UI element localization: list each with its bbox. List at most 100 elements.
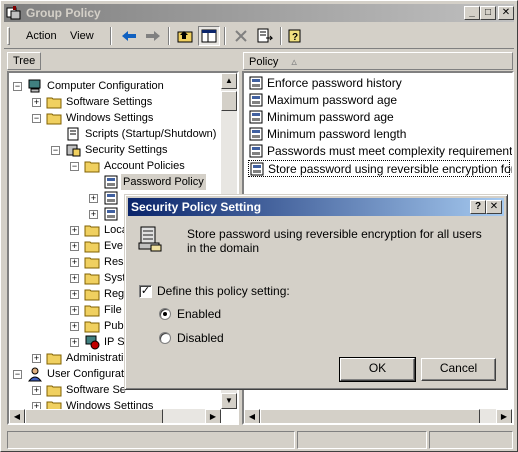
list-horizontal-scrollbar[interactable]: ◀ ▶ bbox=[244, 409, 512, 423]
policy-list-item[interactable]: Passwords must meet complexity requireme… bbox=[248, 143, 512, 160]
policy-column-header[interactable]: Policy ▵ bbox=[243, 52, 513, 70]
tree-item-label: Res bbox=[104, 256, 124, 268]
toolbar-separator bbox=[224, 27, 226, 45]
expand-icon[interactable]: + bbox=[32, 386, 41, 395]
expand-icon[interactable]: + bbox=[70, 274, 79, 283]
expand-icon[interactable]: + bbox=[32, 98, 41, 107]
folder-icon bbox=[84, 318, 100, 334]
tree-item-label: Security Settings bbox=[85, 144, 168, 156]
tree-hscroll-thumb[interactable] bbox=[25, 409, 163, 423]
menu-view[interactable]: View bbox=[70, 30, 94, 42]
tree-scroll-left-button[interactable]: ◀ bbox=[9, 409, 25, 423]
policy-item-label: Store password using reversible encrypti… bbox=[268, 162, 514, 176]
expand-icon[interactable]: + bbox=[89, 210, 98, 219]
dialog-close-button[interactable]: ✕ bbox=[486, 200, 502, 214]
folder-icon bbox=[46, 382, 62, 398]
policy-list-item[interactable]: Minimum password length bbox=[248, 126, 510, 143]
up-folder-icon bbox=[177, 31, 193, 43]
title-bar[interactable]: Group Policy _ □ ✕ bbox=[4, 4, 514, 22]
ip-security-icon bbox=[84, 334, 100, 350]
tree-scroll-right-button[interactable]: ▶ bbox=[205, 409, 221, 423]
help-button[interactable]: ? bbox=[284, 26, 306, 46]
minimize-button[interactable]: _ bbox=[464, 6, 480, 20]
collapse-icon[interactable]: − bbox=[32, 114, 41, 123]
tree-tab[interactable]: Tree bbox=[7, 52, 41, 70]
maximize-button[interactable]: □ bbox=[480, 6, 496, 20]
dialog-help-button[interactable]: ? bbox=[470, 200, 486, 214]
policy-item-icon bbox=[249, 161, 265, 177]
collapse-icon[interactable]: − bbox=[13, 82, 22, 91]
up-one-level-button[interactable] bbox=[174, 26, 196, 46]
policy-item-label: Minimum password length bbox=[267, 127, 407, 141]
status-cell-3 bbox=[429, 431, 513, 449]
dialog-title-bar[interactable]: Security Policy Setting ? ✕ bbox=[128, 198, 504, 216]
folder-icon bbox=[84, 158, 100, 174]
policy-list-item[interactable]: Store password using reversible encrypti… bbox=[248, 160, 512, 177]
expand-icon[interactable]: + bbox=[89, 194, 98, 203]
tree-item-label: Scripts (Startup/Shutdown) bbox=[85, 128, 217, 140]
tree-item-label: User Configurat bbox=[47, 368, 125, 380]
tree-item-label: IP S bbox=[104, 336, 125, 348]
tree-item[interactable]: − Computer Configuration bbox=[9, 78, 221, 94]
sort-ascending-icon: ▵ bbox=[291, 56, 297, 68]
close-button[interactable]: ✕ bbox=[498, 6, 514, 20]
tree-item[interactable]: Password Policy bbox=[9, 174, 221, 190]
tree-item[interactable]: + Software Settings bbox=[9, 94, 221, 110]
console-tree-icon bbox=[201, 29, 217, 43]
enabled-label: Enabled bbox=[177, 307, 222, 321]
menu-action[interactable]: Action bbox=[26, 30, 57, 42]
disabled-radio[interactable] bbox=[159, 332, 171, 344]
folder-icon bbox=[84, 222, 100, 238]
policy-list-item[interactable]: Enforce password history bbox=[248, 75, 510, 92]
define-policy-checkbox[interactable]: ✓ bbox=[139, 285, 152, 298]
expand-icon[interactable]: + bbox=[32, 354, 41, 363]
tree-item[interactable]: − Account Policies bbox=[9, 158, 221, 174]
collapse-icon[interactable]: − bbox=[70, 162, 79, 171]
list-hscroll-thumb[interactable] bbox=[260, 409, 480, 423]
cancel-button[interactable]: Cancel bbox=[421, 358, 496, 381]
expand-icon[interactable]: + bbox=[70, 338, 79, 347]
policy-list-item[interactable]: Minimum password age bbox=[248, 109, 510, 126]
folder-icon bbox=[84, 302, 100, 318]
tree-horizontal-scrollbar[interactable]: ◀ ▶ bbox=[9, 409, 221, 423]
policy-column-label: Policy bbox=[249, 56, 279, 68]
dialog-title: Security Policy Setting bbox=[131, 200, 262, 214]
show-hide-tree-button[interactable] bbox=[198, 26, 220, 46]
tree-item[interactable]: − Security Settings bbox=[9, 142, 221, 158]
list-scroll-right-button[interactable]: ▶ bbox=[496, 409, 512, 423]
enabled-radio[interactable] bbox=[159, 308, 171, 320]
policy-server-icon bbox=[138, 226, 162, 252]
collapse-icon[interactable]: − bbox=[51, 146, 60, 155]
tree-scroll-up-button[interactable]: ▲ bbox=[221, 73, 237, 89]
tree-item[interactable]: Scripts (Startup/Shutdown) bbox=[9, 126, 221, 142]
forward-button[interactable] bbox=[142, 26, 164, 46]
tree-scroll-down-button[interactable]: ▼ bbox=[221, 393, 237, 409]
expand-icon[interactable]: + bbox=[70, 258, 79, 267]
back-button[interactable] bbox=[118, 26, 140, 46]
toolbar-grip[interactable] bbox=[7, 27, 10, 45]
tree-item-label: Reg bbox=[104, 288, 125, 300]
tree-item-label: Pub bbox=[104, 320, 124, 332]
toolbar-separator bbox=[280, 27, 282, 45]
policy-item-icon bbox=[248, 126, 264, 142]
export-list-button[interactable] bbox=[254, 26, 276, 46]
ok-button[interactable]: OK bbox=[339, 357, 416, 382]
status-bar bbox=[4, 429, 514, 449]
delete-button[interactable] bbox=[230, 26, 252, 46]
collapse-icon[interactable]: − bbox=[13, 370, 22, 379]
expand-icon[interactable]: + bbox=[70, 290, 79, 299]
expand-icon[interactable]: + bbox=[70, 322, 79, 331]
expand-icon[interactable]: + bbox=[70, 242, 79, 251]
policy-list-item[interactable]: Maximum password age bbox=[248, 92, 510, 109]
folder-icon bbox=[84, 238, 100, 254]
tree-scroll-thumb[interactable] bbox=[221, 91, 237, 111]
tree-item-label: Computer Configuration bbox=[47, 80, 164, 92]
expand-icon[interactable]: + bbox=[70, 226, 79, 235]
list-scroll-left-button[interactable]: ◀ bbox=[244, 409, 260, 423]
group-policy-window: Group Policy _ □ ✕ Action View ? Tree Po… bbox=[0, 0, 518, 452]
tree-item[interactable]: − Windows Settings bbox=[9, 110, 221, 126]
folder-icon bbox=[46, 110, 62, 126]
toolbar-separator bbox=[168, 27, 170, 45]
tree-item-label: Software Se bbox=[66, 384, 126, 396]
expand-icon[interactable]: + bbox=[70, 306, 79, 315]
